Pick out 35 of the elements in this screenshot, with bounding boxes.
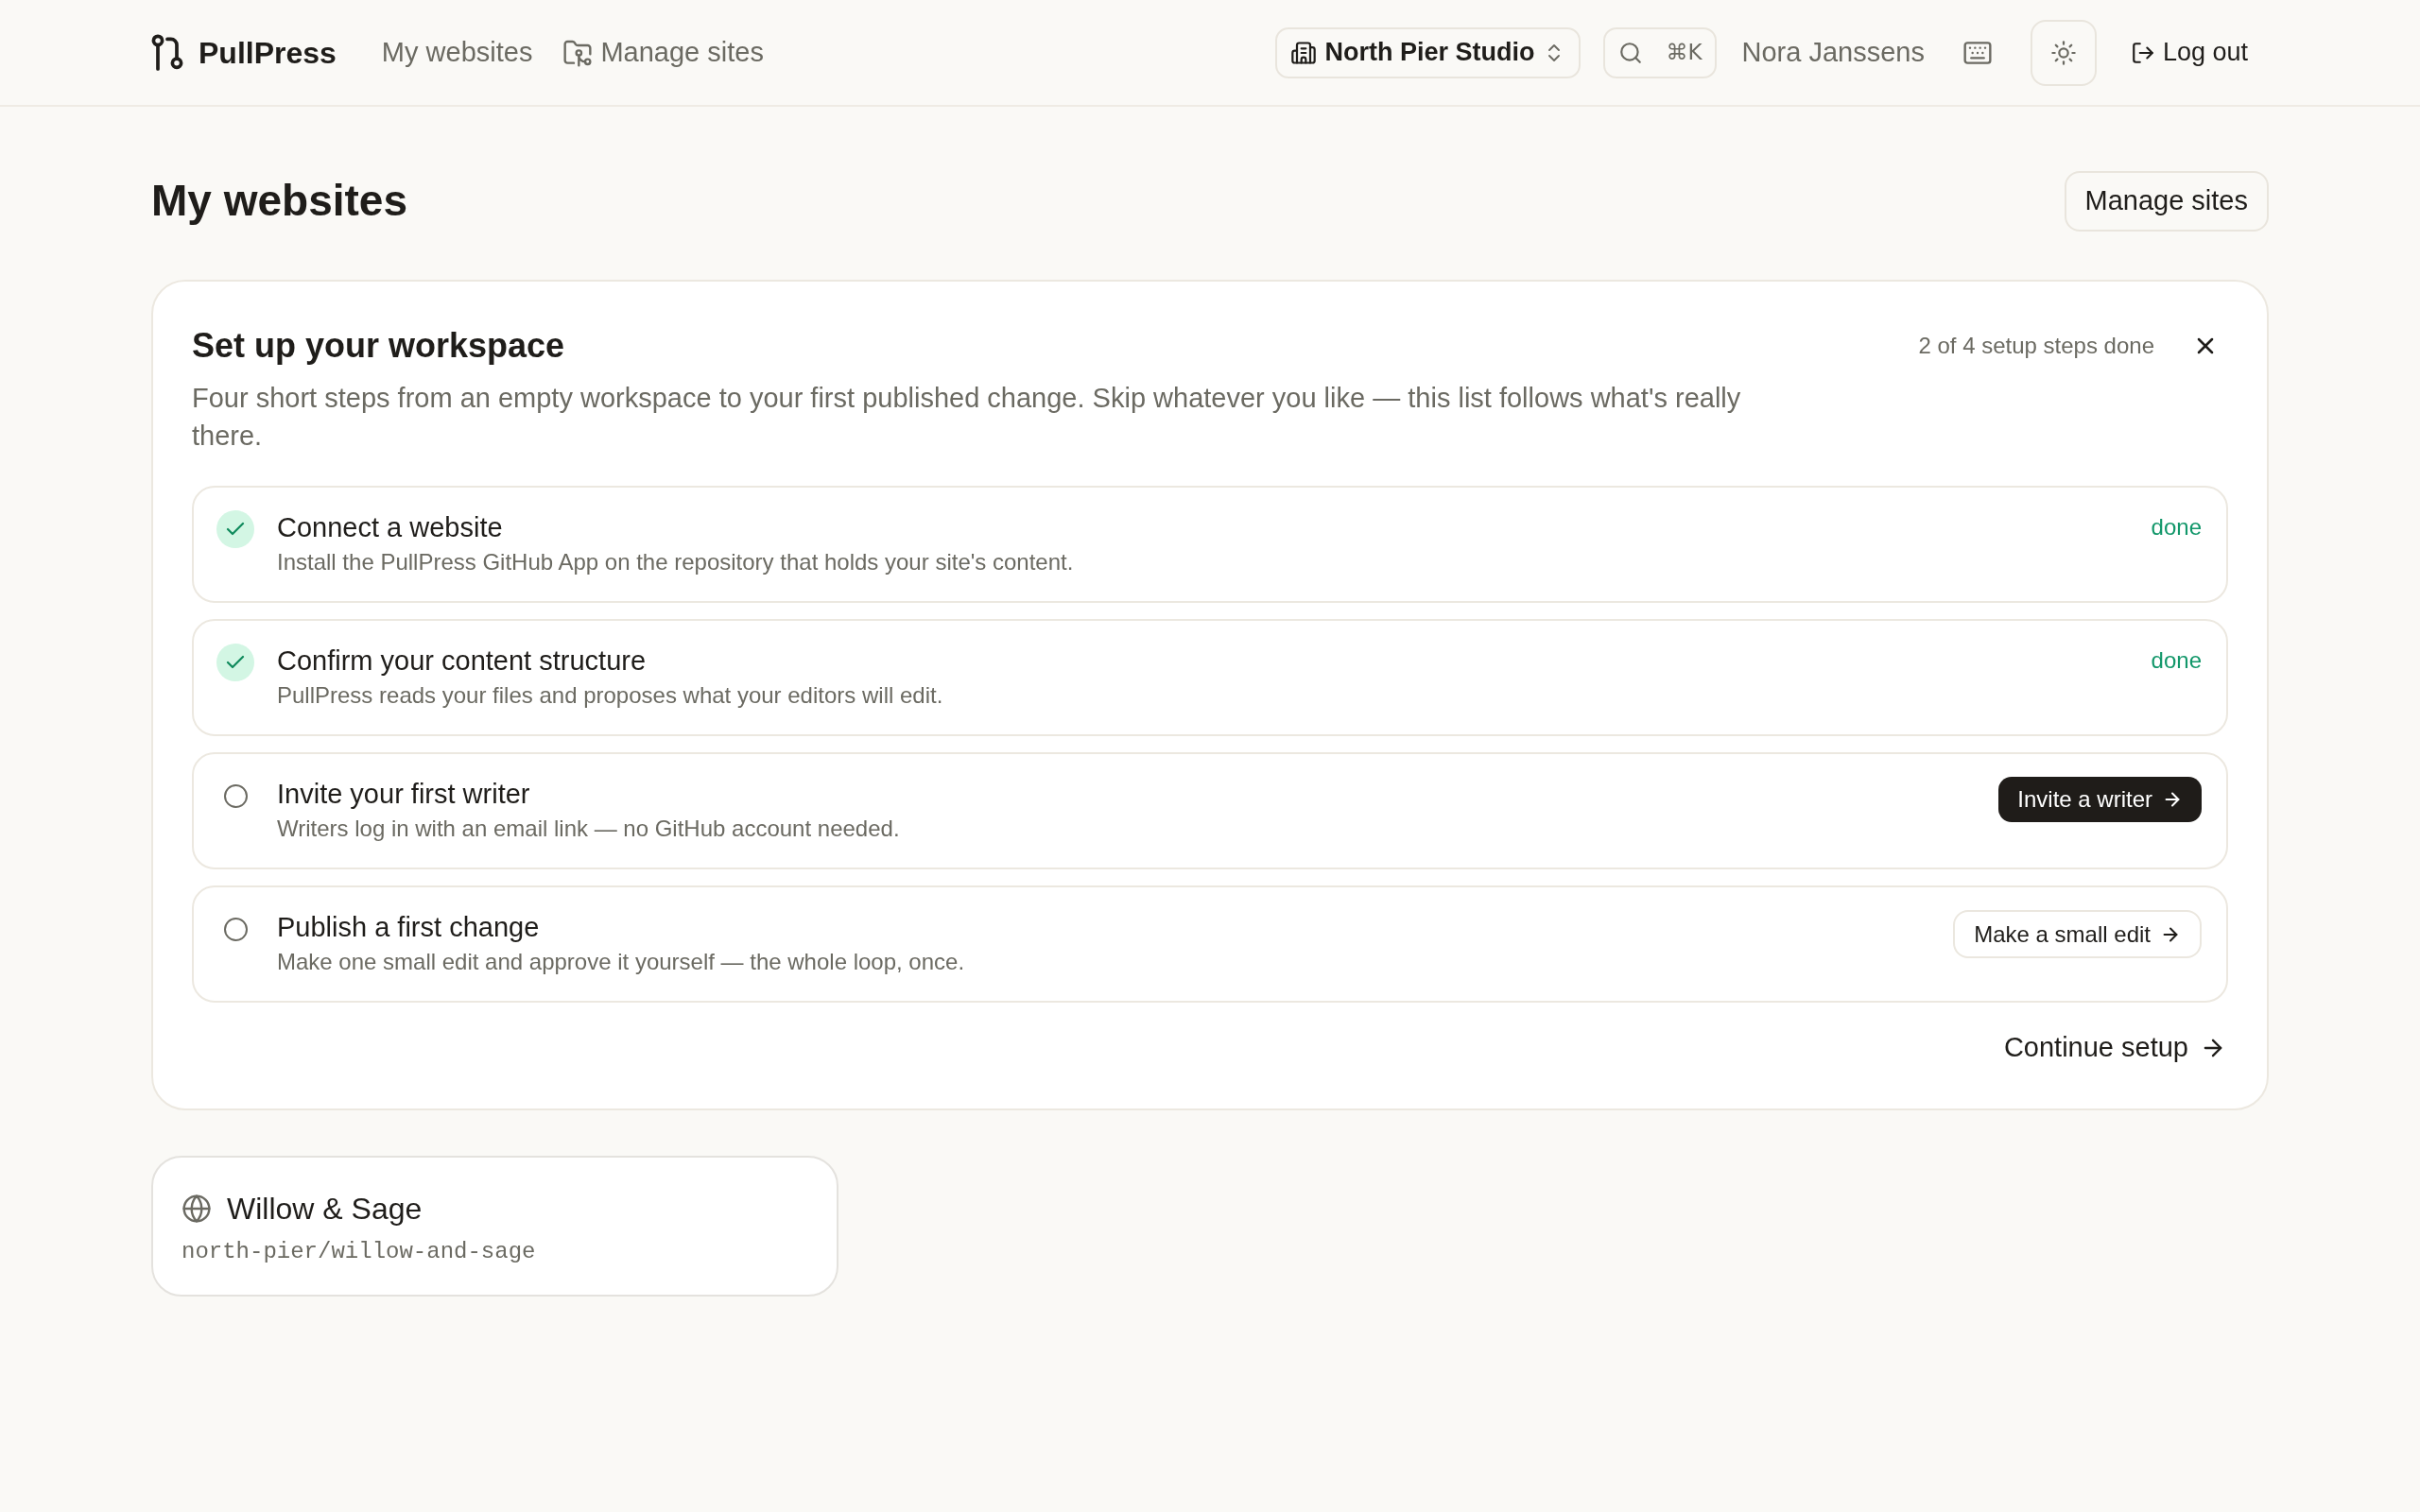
website-name: Willow & Sage [227,1190,423,1228]
sun-icon [2049,39,2077,66]
logout-icon [2130,40,2155,65]
manage-sites-button[interactable]: Manage sites [2064,170,2269,232]
nav-link[interactable]: My websites [381,31,533,74]
nav-link[interactable]: Manage sites [562,31,764,74]
continue-setup-link[interactable]: Continue setup [2003,1027,2226,1069]
page-title: My websites [151,175,407,227]
logo-icon [151,33,183,72]
step-description: PullPress reads your files and proposes what your editors will edit. [277,681,944,710]
building-icon [1290,39,1318,66]
step-description: Install the PullPress GitHub App on the repository that holds your site's content. [277,548,1075,576]
workspace-switcher[interactable]: North Pier Studio [1275,26,1582,78]
setup-title: Set up your workspace [192,325,566,367]
step-description: Writers log in with an email link — no GitHub account needed. [277,815,901,843]
website-card[interactable]: Willow & Sage north-pier/willow-and-sage [151,1155,838,1297]
logout-button[interactable]: Log out [2130,33,2248,72]
step-title: Publish a first change [277,911,541,944]
theme-toggle-button[interactable] [2030,19,2097,86]
step-description: Make one small edit and approve it yourself — the whole loop, once. [277,948,966,976]
user-name: Nora Janssens [1741,35,1925,69]
step-title: Invite your first writer [277,778,531,811]
edit-button[interactable]: Make a small edit [1953,910,2202,958]
setup-description: Four short steps from an empty workspace to your first published change. Skip whatever you like — this list follows what's really there. [192,382,1742,453]
search-button[interactable]: ⌘K [1603,26,1718,78]
step-title: Confirm your content structure [277,644,648,678]
search-icon [1618,40,1644,65]
status-text: done [2151,513,2202,541]
step-title: Connect a website [277,511,504,544]
repo-path: north-pier/willow-and-sage [182,1237,537,1266]
progress-text: 2 of 4 setup steps done [1918,332,2154,360]
invite-button[interactable]: Invite a writer [1998,777,2202,822]
globe-icon [182,1193,212,1224]
status-text: done [2151,646,2202,675]
brand-name: PullPress [199,34,337,72]
